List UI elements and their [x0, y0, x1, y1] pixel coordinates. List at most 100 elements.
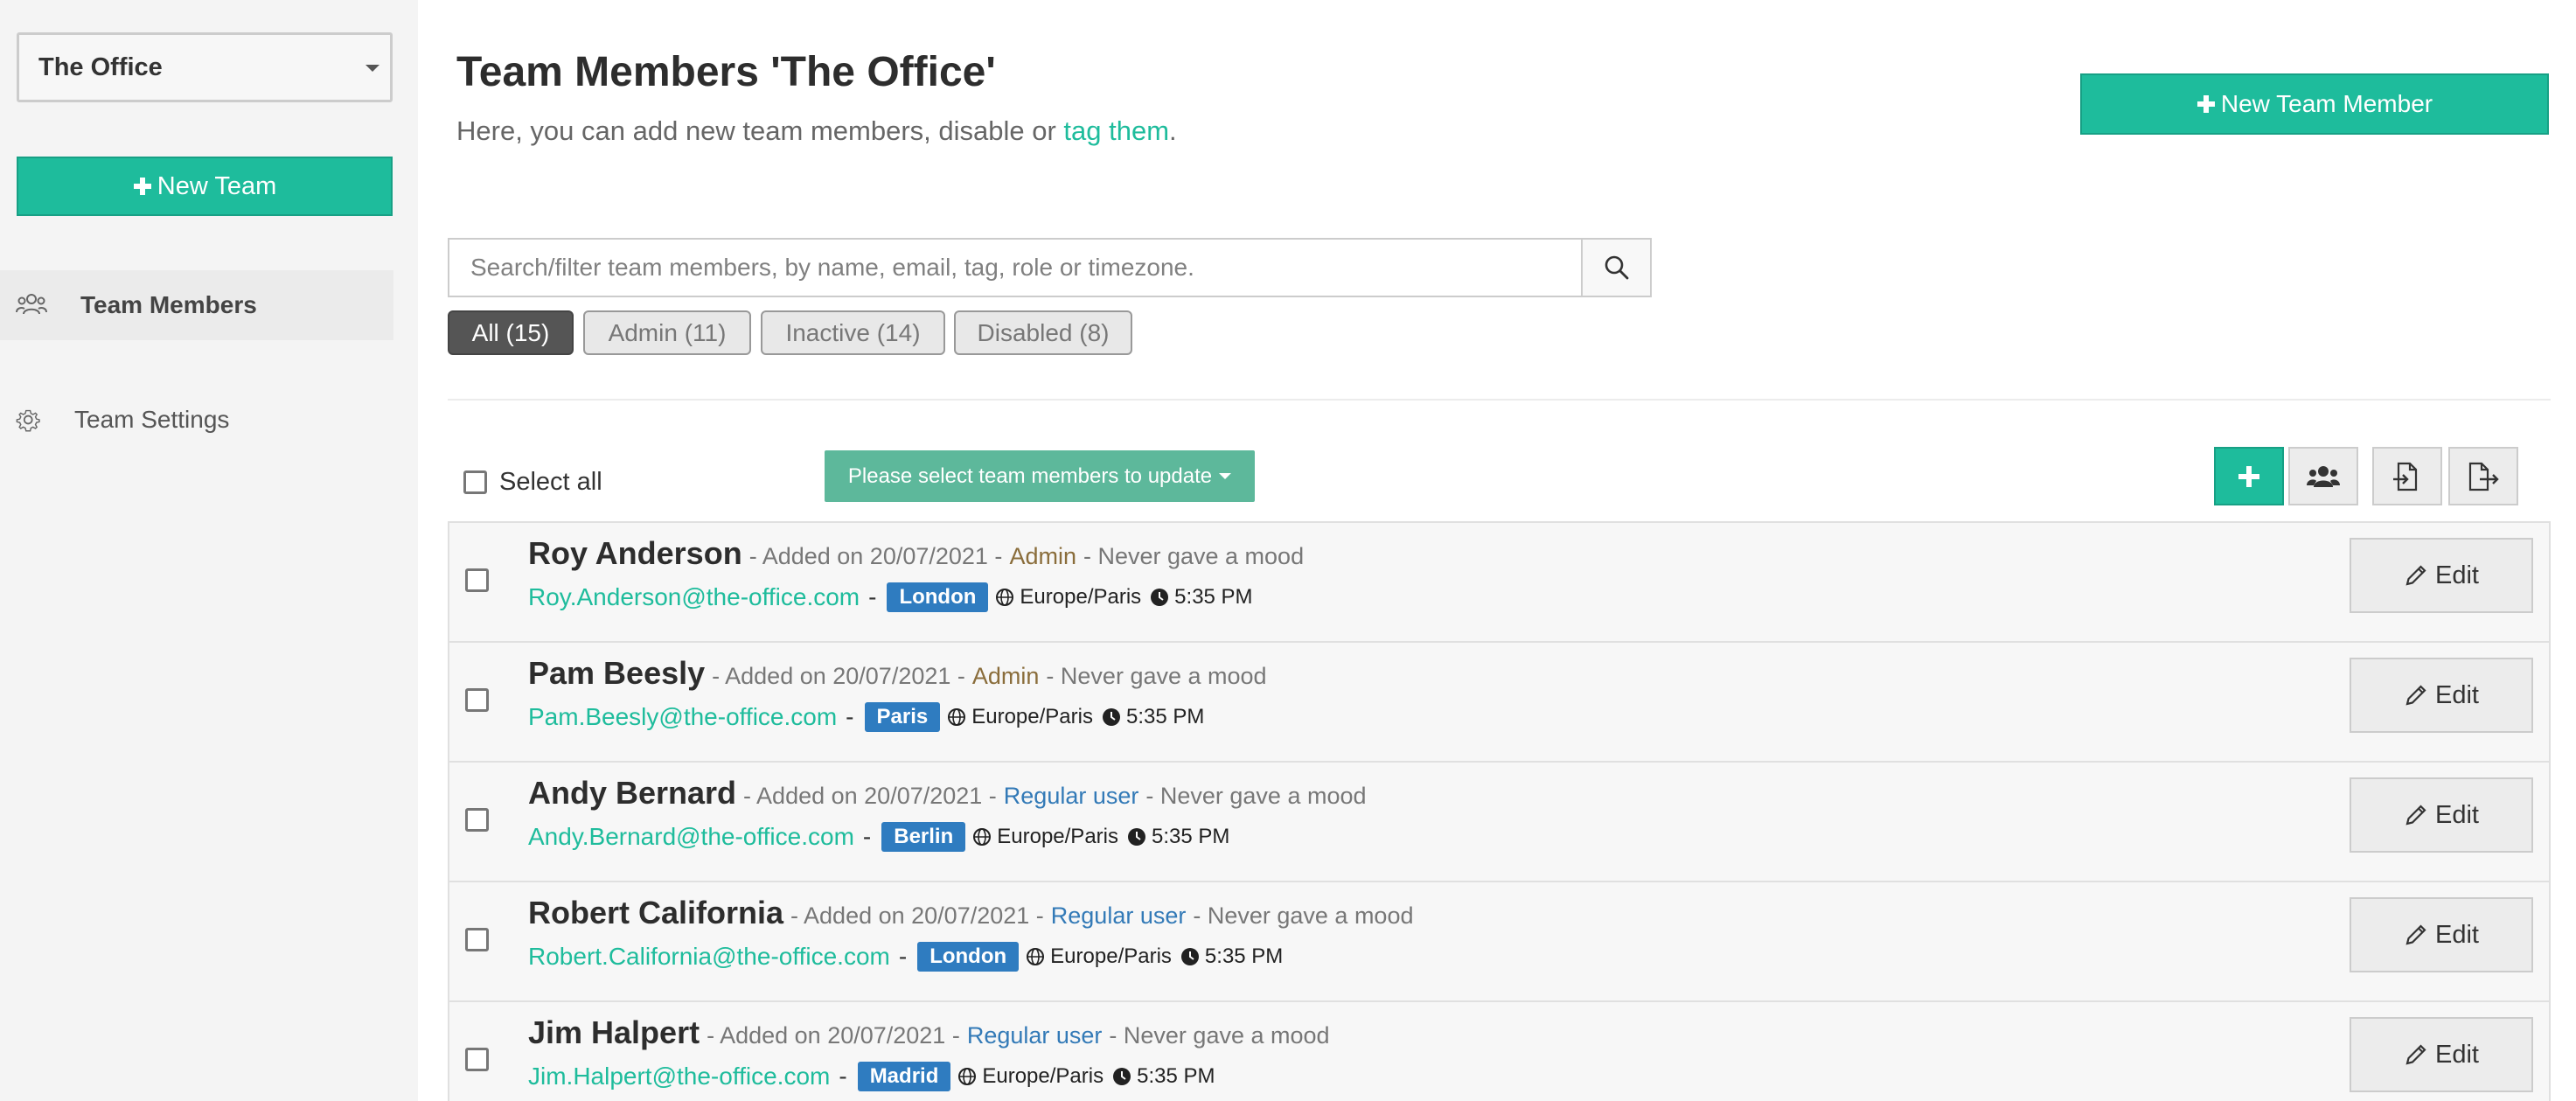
search-input[interactable]	[448, 238, 1583, 297]
file-import-icon	[2393, 462, 2418, 491]
member-local-time: 5:35 PM	[1112, 1064, 1215, 1089]
new-team-button[interactable]: New Team	[17, 157, 393, 216]
pencil-icon	[2405, 685, 2426, 706]
globe-icon	[973, 828, 992, 846]
group-members-button[interactable]	[2288, 447, 2358, 505]
table-row: Andy Bernard - Added on 20/07/2021 - Regul…	[448, 761, 2551, 881]
pencil-icon	[2405, 924, 2426, 945]
member-role: Regular user	[1050, 902, 1187, 929]
member-heading: Roy Anderson - Added on 20/07/2021 - Admin…	[528, 535, 1304, 572]
member-tag: London	[887, 582, 989, 612]
new-team-member-label: New Team Member	[2220, 90, 2433, 117]
member-details: Andy.Bernard@the-office.com - Berlin Europe…	[528, 822, 1229, 852]
edit-label: Edit	[2435, 920, 2479, 949]
add-member-button[interactable]	[2214, 447, 2284, 505]
member-timezone: Europe/Paris	[995, 585, 1141, 610]
row-checkbox[interactable]	[465, 808, 489, 832]
pencil-icon	[2405, 565, 2426, 586]
sidebar-item-team-members[interactable]: Team Members	[0, 270, 393, 340]
member-added-date: - Added on 20/07/2021 -	[743, 783, 997, 809]
member-email[interactable]: Roy.Anderson@the-office.com	[528, 583, 860, 611]
clock-icon	[1151, 589, 1169, 606]
member-local-time: 5:35 PM	[1127, 825, 1229, 849]
row-checkbox[interactable]	[465, 568, 489, 592]
filter-disabled[interactable]: Disabled (8)	[954, 310, 1132, 355]
globe-icon	[958, 1068, 977, 1085]
member-role: Regular user	[1003, 783, 1139, 809]
member-tag: London	[917, 942, 1020, 972]
edit-button[interactable]: Edit	[2350, 897, 2533, 972]
pencil-icon	[2405, 1044, 2426, 1065]
member-mood: - Never gave a mood	[1109, 1022, 1330, 1049]
table-row: Jim Halpert - Added on 20/07/2021 - Regula…	[448, 1000, 2551, 1101]
search-button[interactable]	[1581, 238, 1652, 297]
tag-them-link[interactable]: tag them	[1063, 115, 1169, 146]
select-all-label: Select all	[499, 468, 602, 496]
member-name: Roy Anderson	[528, 535, 742, 571]
member-added-date: - Added on 20/07/2021 -	[748, 543, 1003, 569]
edit-button[interactable]: Edit	[2350, 1017, 2533, 1092]
edit-button[interactable]: Edit	[2350, 658, 2533, 733]
separator: -	[862, 823, 872, 850]
clock-icon	[1180, 948, 1199, 965]
member-tag: Berlin	[881, 822, 966, 852]
clock-icon	[1113, 1068, 1131, 1085]
page-title: Team Members 'The Office'	[456, 49, 996, 95]
edit-label: Edit	[2435, 561, 2479, 589]
time-text: 5:35 PM	[1152, 825, 1230, 848]
bulk-update-label: Please select team members to update	[847, 463, 1213, 488]
bulk-update-dropdown[interactable]: Please select team members to update	[825, 450, 1255, 502]
edit-button[interactable]: Edit	[2350, 538, 2533, 613]
member-timezone: Europe/Paris	[1026, 944, 1172, 969]
member-tag: Madrid	[857, 1062, 951, 1091]
member-heading: Robert California - Added on 20/07/2021 -…	[528, 895, 1413, 931]
member-name: Andy Bernard	[528, 775, 737, 811]
select-all[interactable]: Select all	[463, 468, 602, 497]
member-tag: Paris	[864, 702, 941, 732]
member-local-time: 5:35 PM	[1102, 705, 1204, 729]
sidebar-item-team-settings[interactable]: Team Settings	[0, 385, 393, 455]
export-button[interactable]	[2448, 447, 2518, 505]
import-button[interactable]	[2372, 447, 2442, 505]
globe-icon	[1027, 948, 1045, 965]
plus-icon	[133, 178, 151, 195]
filter-all[interactable]: All (15)	[448, 310, 574, 355]
member-email[interactable]: Robert.California@the-office.com	[528, 943, 890, 971]
table-row: Robert California - Added on 20/07/2021 -…	[448, 881, 2551, 1001]
sidebar-item-label: Team Settings	[74, 406, 230, 433]
new-team-member-button[interactable]: New Team Member	[2080, 73, 2549, 135]
filter-admin[interactable]: Admin (11)	[583, 310, 751, 355]
filter-inactive[interactable]: Inactive (14)	[761, 310, 945, 355]
row-checkbox[interactable]	[465, 928, 489, 951]
member-name: Pam Beesly	[528, 655, 706, 691]
sidebar: The Office New Team Team Members Team Se…	[0, 0, 418, 1101]
member-details: Jim.Halpert@the-office.com - Madrid Europe/…	[528, 1062, 1215, 1091]
edit-button[interactable]: Edit	[2350, 777, 2533, 853]
member-local-time: 5:35 PM	[1180, 944, 1283, 969]
member-email[interactable]: Jim.Halpert@the-office.com	[528, 1063, 830, 1091]
team-select[interactable]: The Office	[17, 32, 393, 102]
new-team-label: New Team	[157, 171, 277, 200]
member-added-date: - Added on 20/07/2021 -	[790, 902, 1044, 929]
member-role: Admin	[971, 663, 1040, 689]
member-role: Admin	[1009, 543, 1076, 569]
separator: -	[839, 1063, 847, 1090]
separator: -	[868, 583, 877, 610]
users-icon	[16, 294, 47, 315]
pencil-icon	[2405, 805, 2426, 826]
member-email[interactable]: Pam.Beesly@the-office.com	[528, 703, 837, 731]
member-details: Roy.Anderson@the-office.com - London Europe…	[528, 582, 1253, 612]
row-checkbox[interactable]	[465, 688, 489, 712]
member-name: Jim Halpert	[528, 1014, 700, 1050]
time-text: 5:35 PM	[1204, 944, 1284, 968]
caret-down-icon	[1219, 473, 1232, 479]
gear-icon	[16, 409, 40, 432]
row-checkbox[interactable]	[465, 1048, 489, 1071]
select-all-checkbox[interactable]	[463, 470, 487, 494]
member-timezone: Europe/Paris	[972, 825, 1118, 849]
member-mood: - Never gave a mood	[1145, 783, 1367, 809]
subtitle-text: Here, you can add new team members, disa…	[456, 115, 1064, 146]
timezone-text: Europe/Paris	[997, 825, 1118, 848]
file-export-icon	[2468, 462, 2499, 491]
member-email[interactable]: Andy.Bernard@the-office.com	[528, 823, 854, 851]
